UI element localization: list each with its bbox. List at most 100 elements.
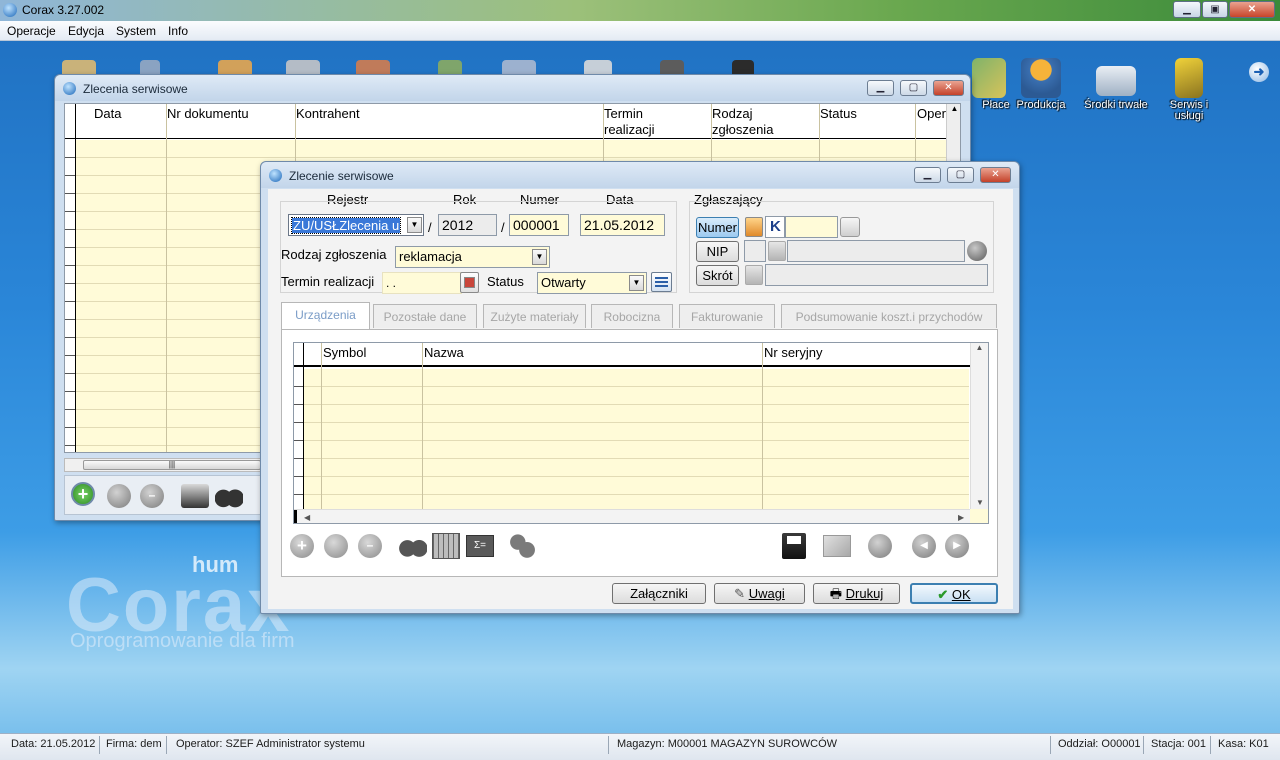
drukuj-button[interactable]: 🖶 Drukuj [813, 583, 900, 604]
order-dialog: Zlecenie serwisowe ▁ ▢ ✕ Rejestr Rok Num… [260, 161, 1020, 614]
previous-icon[interactable]: ◀ [912, 534, 936, 558]
tab-fakturowanie[interactable]: Fakturowanie [679, 304, 775, 328]
col-rodzaj-zgloszenia[interactable]: Rodzaj zgłoszenia [712, 106, 792, 138]
menu-edycja[interactable]: Edycja [68, 24, 104, 38]
binoculars-icon[interactable] [215, 484, 243, 508]
dialog-close-button[interactable]: ✕ [980, 167, 1011, 183]
list-maximize-button[interactable]: ▢ [900, 80, 927, 96]
status-dropdown-icon[interactable]: ▼ [629, 275, 644, 291]
delete-device-icon[interactable]: – [358, 534, 382, 558]
uwagi-button[interactable]: ✎ Uwagi [714, 583, 805, 604]
grid-view-icon[interactable] [432, 533, 460, 559]
skrot-lookup-icon[interactable] [745, 265, 763, 285]
menu-operacje[interactable]: Operacje [7, 24, 56, 38]
col-nazwa[interactable]: Nazwa [424, 345, 464, 361]
shortcut-label: Środki trwałe [1084, 99, 1148, 111]
list-toolbar: + – [64, 475, 264, 515]
menu-system[interactable]: System [116, 24, 156, 38]
dialog-maximize-button[interactable]: ▢ [947, 167, 974, 183]
app-close-button[interactable]: ✕ [1229, 1, 1275, 18]
col-symbol[interactable]: Symbol [323, 345, 366, 361]
copy-icon[interactable] [823, 535, 851, 557]
nip-prefix-field[interactable] [744, 240, 766, 262]
col-data[interactable]: Data [94, 106, 121, 122]
shortcut-serwis[interactable]: Serwis i usługi [1153, 58, 1225, 122]
tab-pozostale-dane[interactable]: Pozostałe dane [373, 304, 477, 328]
col-nr-dokumentu[interactable]: Nr dokumentu [167, 106, 249, 122]
list-minimize-button[interactable]: ▁ [867, 80, 894, 96]
window-logo-icon [269, 169, 282, 182]
rodzaj-dropdown-icon[interactable]: ▼ [532, 249, 547, 265]
list-window-titlebar: Zlecenia serwisowe ▁ ▢ ✕ [55, 75, 970, 101]
menubar: Operacje Edycja System Info [0, 21, 1280, 41]
order-dialog-titlebar: Zlecenie serwisowe ▁ ▢ ✕ [261, 162, 1019, 188]
drill-icon [1175, 58, 1203, 98]
app-title: Corax 3.27.002 [22, 3, 105, 17]
col-oper[interactable]: Oper [917, 106, 946, 122]
calendar-icon[interactable] [460, 272, 479, 293]
numer-button[interactable]: Numer [696, 217, 739, 238]
rejestr-select[interactable]: ZU/USŁZlecenia u [288, 214, 424, 236]
nip-field[interactable] [787, 240, 965, 262]
tab-zuzyte-materialy[interactable]: Zużyte materiały [483, 304, 586, 328]
list-close-button[interactable]: ✕ [933, 80, 964, 96]
tab-podsumowanie[interactable]: Podsumowanie koszt.i przychodów [781, 304, 997, 328]
data-field[interactable]: 21.05.2012 [580, 214, 665, 236]
shortcut-label: Serwis i usługi [1169, 99, 1209, 122]
app-logo-icon [3, 3, 17, 17]
rodzaj-select[interactable]: reklamacja [395, 246, 550, 268]
col-termin-realizacji[interactable]: Termin realizacji [604, 106, 674, 138]
edit-device-icon[interactable] [324, 534, 348, 558]
devices-grid[interactable]: Symbol Nazwa Nr seryjny ▲ ▼ ◀ ▶ [293, 342, 989, 524]
k-field[interactable]: K [765, 216, 785, 238]
col-nr-seryjny[interactable]: Nr seryjny [764, 345, 823, 361]
app-minimize-button[interactable]: ▁ [1173, 1, 1201, 18]
gears-icon[interactable] [508, 533, 536, 559]
nip-lookup-icon[interactable] [768, 241, 786, 261]
skrot-field[interactable] [765, 264, 988, 286]
list-hscrollbar[interactable]: ||| [64, 458, 264, 472]
col-kontrahent[interactable]: Kontrahent [296, 106, 360, 122]
order-dialog-title: Zlecenie serwisowe [289, 169, 394, 183]
termin-field[interactable]: . . [382, 272, 462, 294]
shortcut-srodki-trwale[interactable]: Środki trwałe [1080, 58, 1152, 111]
binoculars-icon[interactable] [399, 534, 427, 558]
rejestr-dropdown-icon[interactable]: ▼ [407, 217, 422, 233]
rok-field[interactable]: 2012 [438, 214, 497, 236]
contractor-lookup-icon[interactable] [745, 217, 763, 237]
devices-hscrollbar[interactable]: ◀ ▶ [294, 509, 970, 523]
sum-icon[interactable]: Σ= [466, 535, 494, 557]
skrot-button[interactable]: Skrót [696, 265, 739, 286]
devices-vscrollbar[interactable]: ▲ ▼ [970, 343, 988, 509]
zalaczniki-label: Załączniki [630, 586, 688, 601]
menu-info[interactable]: Info [168, 24, 188, 38]
ok-button[interactable]: ✔ OK [910, 583, 998, 604]
dialog-minimize-button[interactable]: ▁ [914, 167, 941, 183]
delete-icon[interactable]: – [140, 484, 164, 508]
col-status[interactable]: Status [820, 106, 857, 122]
check-icon: ✔ [937, 587, 952, 602]
shortcut-produkcja[interactable]: Produkcja [1005, 58, 1077, 111]
printer-icon: 🖶 [829, 586, 846, 601]
tab-urzadzenia[interactable]: Urządzenia [281, 302, 370, 331]
add-device-icon[interactable]: + [290, 534, 314, 558]
nip-button[interactable]: NIP [696, 241, 739, 262]
status-list-icon[interactable] [651, 272, 672, 292]
tab-robocizna[interactable]: Robocizna [591, 304, 673, 328]
save-icon[interactable] [782, 533, 806, 559]
add-icon[interactable]: + [71, 482, 95, 506]
print-icon[interactable] [181, 484, 209, 508]
numer-field[interactable]: 000001 [509, 214, 569, 236]
globe-icon[interactable] [967, 241, 987, 261]
zalaczniki-button[interactable]: Załączniki [612, 583, 706, 604]
edit-icon[interactable] [107, 484, 131, 508]
window-logo-icon [63, 82, 76, 95]
app-maximize-button[interactable]: ▣ [1202, 1, 1228, 18]
status-operator: Operator: SZEF Administrator systemu [176, 738, 365, 750]
status-oddzial: Oddział: O00001 [1058, 738, 1141, 750]
next-arrow-icon[interactable]: ➜ [1249, 62, 1269, 82]
handshake-icon[interactable] [840, 217, 860, 237]
next-icon[interactable]: ▶ [945, 534, 969, 558]
zglaszajacy-numer-field[interactable] [785, 216, 838, 238]
refresh-icon[interactable] [868, 534, 892, 558]
